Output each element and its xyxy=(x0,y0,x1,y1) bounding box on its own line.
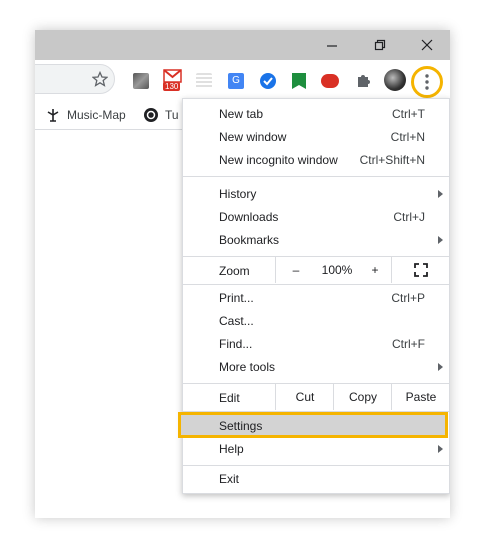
star-icon xyxy=(91,70,109,87)
zoom-value: 100% xyxy=(315,257,359,283)
gmail-badge: 130 xyxy=(163,82,181,91)
menu-label: New tab xyxy=(219,107,264,121)
submenu-arrow-icon xyxy=(438,445,443,453)
extensions-menu-button[interactable] xyxy=(355,72,371,93)
menu-item-new-window[interactable]: New window Ctrl+N xyxy=(183,126,449,149)
submenu-arrow-icon xyxy=(438,236,443,244)
menu-label: New window xyxy=(219,130,287,144)
copy-label: Copy xyxy=(348,390,377,404)
menu-label: Cast... xyxy=(219,314,254,328)
submenu-arrow-icon xyxy=(438,190,443,198)
bookmark-tu[interactable]: Tu xyxy=(143,107,179,123)
paste-label: Paste xyxy=(405,390,437,404)
menu-item-cast[interactable]: Cast... xyxy=(183,310,449,333)
menu-item-new-tab[interactable]: New tab Ctrl+T xyxy=(183,103,449,126)
zoom-in-button[interactable]: + xyxy=(359,257,391,283)
menu-separator xyxy=(183,465,449,466)
cut-button[interactable]: Cut xyxy=(275,384,334,410)
menu-item-history[interactable]: History xyxy=(183,183,449,206)
lastpass-extension-icon[interactable] xyxy=(321,74,339,88)
menu-item-help[interactable]: Help xyxy=(183,438,449,461)
menu-item-find[interactable]: Find... Ctrl+F xyxy=(183,333,449,356)
menu-label: Find... xyxy=(219,337,253,351)
title-bar xyxy=(35,30,450,60)
edit-label: Edit xyxy=(219,391,240,405)
menu-label: Exit xyxy=(219,472,240,486)
zoom-percent: 100% xyxy=(321,263,353,277)
checkmark-extension-icon[interactable] xyxy=(260,73,276,89)
close-window-button[interactable] xyxy=(416,35,438,55)
minus-icon: – xyxy=(292,263,300,277)
music-map-icon xyxy=(47,109,59,122)
cut-label: Cut xyxy=(295,390,315,404)
zoom-row: Zoom – 100% + xyxy=(183,257,449,284)
menu-label: History xyxy=(219,187,257,201)
bookmark-star-button[interactable] xyxy=(91,70,109,92)
zoom-label: Zoom xyxy=(219,264,250,278)
shortcut: Ctrl+T xyxy=(392,107,425,121)
menu-label: Settings xyxy=(219,419,263,433)
minimize-icon xyxy=(327,45,337,47)
extension-icon-1[interactable] xyxy=(133,73,149,89)
menu-item-settings[interactable]: Settings xyxy=(178,412,448,438)
circle-logo-icon xyxy=(144,108,158,122)
menu-item-downloads[interactable]: Downloads Ctrl+J xyxy=(183,206,449,229)
fullscreen-icon xyxy=(414,263,428,277)
menu-label: New incognito window xyxy=(219,153,338,167)
copy-button[interactable]: Copy xyxy=(333,384,392,410)
plus-icon: + xyxy=(371,263,379,277)
menu-label: Bookmarks xyxy=(219,233,280,247)
menu-separator xyxy=(183,284,449,285)
browser-window: 130 G Music-Map Tu New tab Ctrl+T New wi… xyxy=(35,30,450,518)
zoom-out-button[interactable]: – xyxy=(275,257,316,283)
menu-label: Print... xyxy=(219,291,254,305)
profile-avatar[interactable] xyxy=(384,69,406,91)
shortcut: Ctrl+N xyxy=(390,130,425,144)
fullscreen-button[interactable] xyxy=(391,257,450,283)
restore-button[interactable] xyxy=(369,35,391,55)
translate-extension-icon[interactable]: G xyxy=(228,73,244,89)
extension-icon-3[interactable] xyxy=(196,73,212,89)
gmail-icon xyxy=(163,69,182,83)
menu-item-new-incognito-window[interactable]: New incognito window Ctrl+Shift+N xyxy=(183,149,449,172)
menu-label: More tools xyxy=(219,360,276,374)
shortcut: Ctrl+Shift+N xyxy=(359,153,425,167)
toolbar: 130 G xyxy=(35,60,450,100)
bookmark-music-map[interactable]: Music-Map xyxy=(45,107,126,123)
bookmark-extension-icon[interactable] xyxy=(292,73,306,89)
menu-item-print[interactable]: Print... Ctrl+P xyxy=(183,287,449,310)
kebab-menu-icon xyxy=(425,74,429,90)
chrome-menu-button[interactable] xyxy=(411,66,443,98)
minimize-button[interactable] xyxy=(321,35,343,55)
puzzle-icon xyxy=(358,75,370,87)
bookmark-label: Tu xyxy=(165,108,179,122)
menu-item-more-tools[interactable]: More tools xyxy=(183,356,449,379)
shortcut: Ctrl+P xyxy=(391,291,425,305)
edit-row: Edit Cut Copy Paste xyxy=(183,384,449,411)
chrome-main-menu: New tab Ctrl+T New window Ctrl+N New inc… xyxy=(178,98,450,494)
menu-separator xyxy=(183,176,449,177)
menu-item-bookmarks[interactable]: Bookmarks xyxy=(183,229,449,252)
shortcut: Ctrl+F xyxy=(392,337,425,351)
menu-label: Downloads xyxy=(219,210,279,224)
submenu-arrow-icon xyxy=(438,363,443,371)
menu-label: Help xyxy=(219,442,244,456)
gmail-extension-button[interactable]: 130 xyxy=(163,69,183,93)
bookmark-label: Music-Map xyxy=(67,108,126,122)
paste-button[interactable]: Paste xyxy=(391,384,450,410)
shortcut: Ctrl+J xyxy=(393,210,425,224)
restore-icon xyxy=(374,39,386,51)
menu-item-exit[interactable]: Exit xyxy=(183,468,449,491)
close-icon xyxy=(421,39,433,51)
